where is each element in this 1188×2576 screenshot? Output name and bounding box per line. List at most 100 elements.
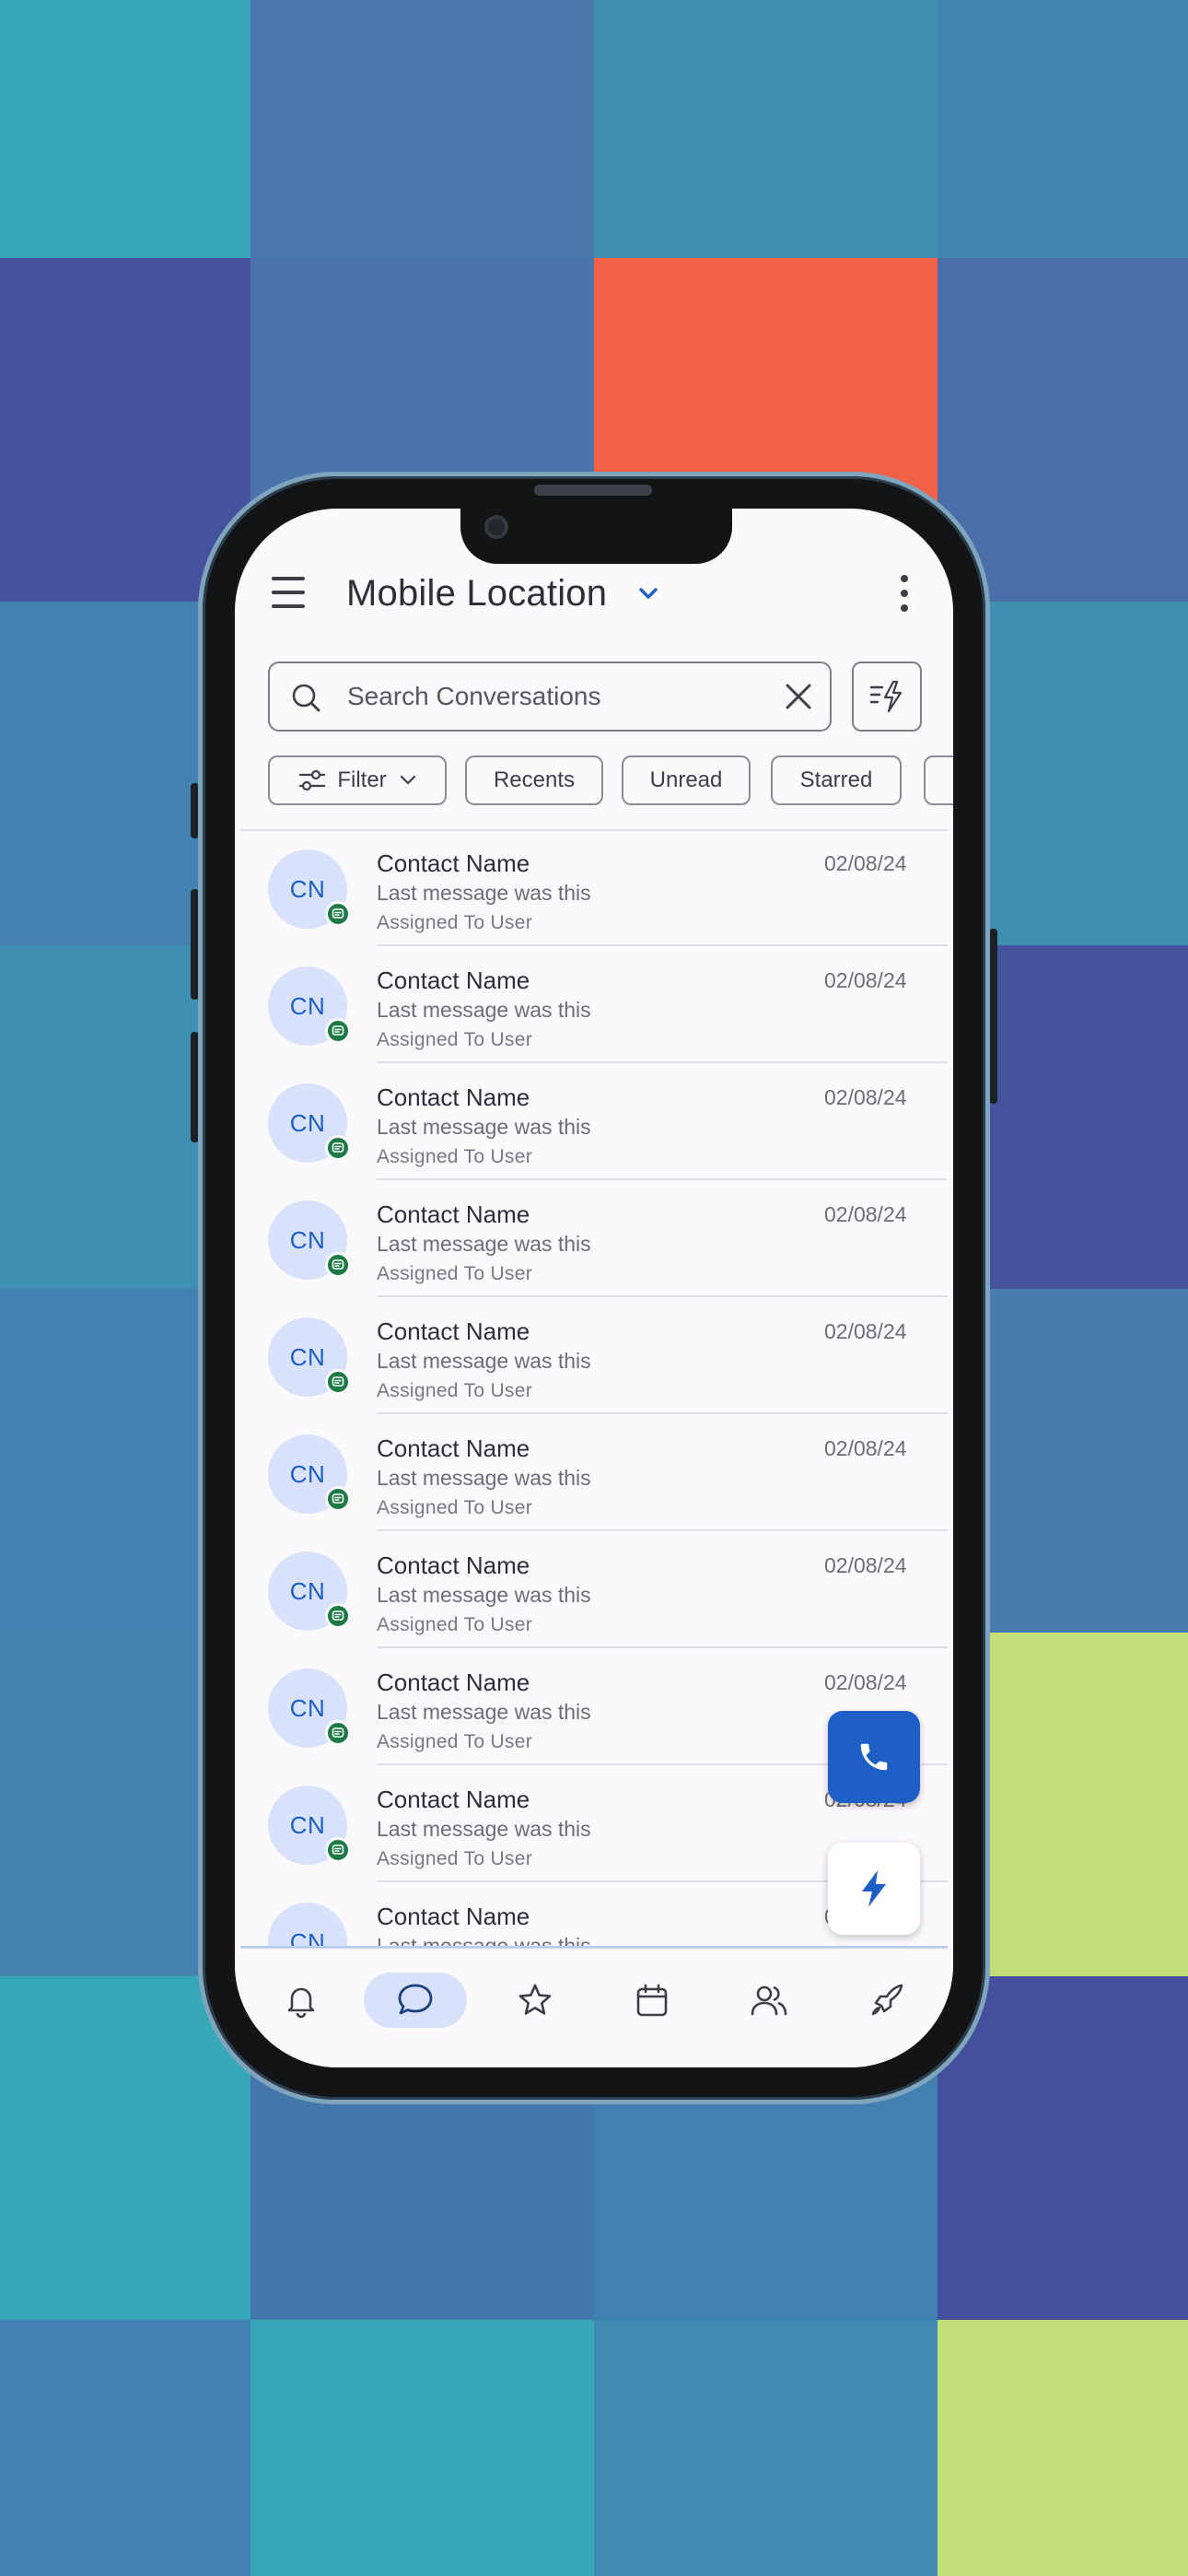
chevron-down-icon	[400, 775, 415, 785]
page-title[interactable]: Mobile Location	[346, 573, 607, 615]
last-message: Last message was this	[377, 1583, 591, 1607]
search-input[interactable]	[347, 663, 752, 730]
contact-name: Contact Name	[377, 849, 530, 877]
contact-name: Contact Name	[377, 1551, 530, 1579]
rocket-icon	[871, 1984, 903, 2016]
people-icon	[751, 1985, 787, 2016]
conversation-row[interactable]: CNContact NameLast message was thisAssig…	[240, 829, 948, 946]
assigned-user: Assigned To User	[377, 1029, 532, 1050]
nav-starred[interactable]	[483, 1973, 587, 2028]
search-bar	[268, 662, 832, 732]
conversation-row[interactable]: CNContact NameLast message was thisAssig…	[240, 946, 948, 1063]
contact-name: Contact Name	[377, 1083, 530, 1111]
last-message: Last message was this	[377, 881, 591, 905]
background-tile	[594, 0, 938, 258]
sms-channel-icon	[325, 1135, 351, 1161]
sms-channel-icon	[325, 1018, 351, 1044]
filter-label: Filter	[337, 767, 387, 792]
lightning-icon	[862, 1870, 886, 1907]
contact-name: Contact Name	[377, 1434, 530, 1462]
quick-filter-button[interactable]	[852, 662, 922, 732]
assigned-user: Assigned To User	[377, 1263, 532, 1284]
message-date: 02/08/24	[824, 851, 907, 875]
app-screen: Mobile Location Filter Recents Unrea	[235, 509, 953, 2067]
background-tile	[0, 2320, 250, 2576]
nav-contacts[interactable]	[717, 1973, 821, 2028]
conversation-row[interactable]: CNContact NameLast message was thisAssig…	[240, 1063, 948, 1180]
nav-calendar[interactable]	[600, 1973, 704, 2028]
bottom-navigation	[235, 1949, 953, 2067]
background-tile	[938, 2320, 1188, 2576]
sms-channel-icon	[325, 1720, 351, 1746]
assigned-user: Assigned To User	[377, 1380, 532, 1401]
chip-starred[interactable]: Starred	[771, 755, 902, 805]
background-tile	[250, 0, 594, 258]
conversation-row[interactable]: CNContact NameLast message was thisAssig…	[240, 1180, 948, 1297]
chevron-down-icon[interactable]	[637, 582, 659, 604]
assigned-user: Assigned To User	[377, 912, 532, 933]
power-button	[989, 929, 997, 1104]
last-message: Last message was this	[377, 1466, 591, 1490]
conversation-row[interactable]: CNContact NameLast message was thisAssig…	[240, 1297, 948, 1414]
conversation-row[interactable]: CNContact NameLast message was thisAssig…	[240, 1414, 948, 1531]
assigned-user: Assigned To User	[377, 1146, 532, 1167]
nav-conversations[interactable]	[364, 1973, 467, 2028]
message-date: 02/08/24	[824, 1553, 907, 1577]
sort-lightning-icon	[869, 680, 903, 713]
kebab-icon[interactable]	[898, 575, 911, 612]
contact-name: Contact Name	[377, 1903, 530, 1930]
chip-recents[interactable]: Recents	[465, 755, 603, 805]
last-message: Last message was this	[377, 1817, 591, 1841]
message-date: 02/08/24	[824, 1202, 907, 1226]
front-camera	[484, 515, 508, 539]
message-date: 02/08/24	[824, 1085, 907, 1109]
background-tile	[938, 0, 1188, 258]
chip-more[interactable]	[924, 755, 953, 805]
search-icon	[292, 684, 320, 712]
assigned-user: Assigned To User	[377, 1731, 532, 1752]
filter-button[interactable]: Filter	[268, 755, 447, 805]
contact-name: Contact Name	[377, 1669, 530, 1696]
hamburger-icon[interactable]	[272, 577, 305, 608]
last-message: Last message was this	[377, 1115, 591, 1139]
sms-channel-icon	[325, 901, 351, 927]
background-tile	[0, 0, 250, 258]
last-message: Last message was this	[377, 1349, 591, 1373]
nav-launchpad[interactable]	[835, 1973, 938, 2028]
filter-sliders-icon	[299, 769, 326, 791]
last-message: Last message was this	[377, 998, 591, 1022]
last-message: Last message was this	[377, 1232, 591, 1256]
contact-name: Contact Name	[377, 1786, 530, 1813]
avatar: CN	[268, 1903, 347, 1948]
quick-action-fab-button[interactable]	[828, 1843, 920, 1935]
bell-icon	[287, 1987, 315, 2019]
assigned-user: Assigned To User	[377, 1497, 532, 1518]
nav-notifications[interactable]	[250, 1973, 353, 2028]
message-date: 02/08/24	[824, 1670, 907, 1694]
background-tile	[250, 2320, 594, 2576]
sms-channel-icon	[325, 1603, 351, 1629]
close-icon[interactable]	[784, 682, 813, 711]
message-date: 02/08/24	[824, 968, 907, 992]
sms-channel-icon	[325, 1252, 351, 1278]
speaker-grille	[534, 485, 652, 496]
call-fab-button[interactable]	[828, 1711, 920, 1803]
phone-icon	[860, 1743, 888, 1771]
background-tile	[594, 2320, 938, 2576]
assigned-user: Assigned To User	[377, 1848, 532, 1869]
contact-name: Contact Name	[377, 966, 530, 994]
message-date: 02/08/24	[824, 1319, 907, 1343]
chat-bubble-icon	[398, 1984, 433, 2015]
calendar-icon	[636, 1984, 668, 2017]
conversation-row[interactable]: CNContact NameLast message was thisAssig…	[240, 1531, 948, 1648]
assigned-user: Assigned To User	[377, 1614, 532, 1635]
message-date: 02/08/24	[824, 1436, 907, 1460]
contact-name: Contact Name	[377, 1200, 530, 1228]
star-icon	[518, 1984, 552, 2015]
contact-name: Contact Name	[377, 1317, 530, 1345]
chip-unread[interactable]: Unread	[622, 755, 751, 805]
sms-channel-icon	[325, 1486, 351, 1512]
sms-channel-icon	[325, 1369, 351, 1395]
last-message: Last message was this	[377, 1700, 591, 1724]
sms-channel-icon	[325, 1837, 351, 1863]
